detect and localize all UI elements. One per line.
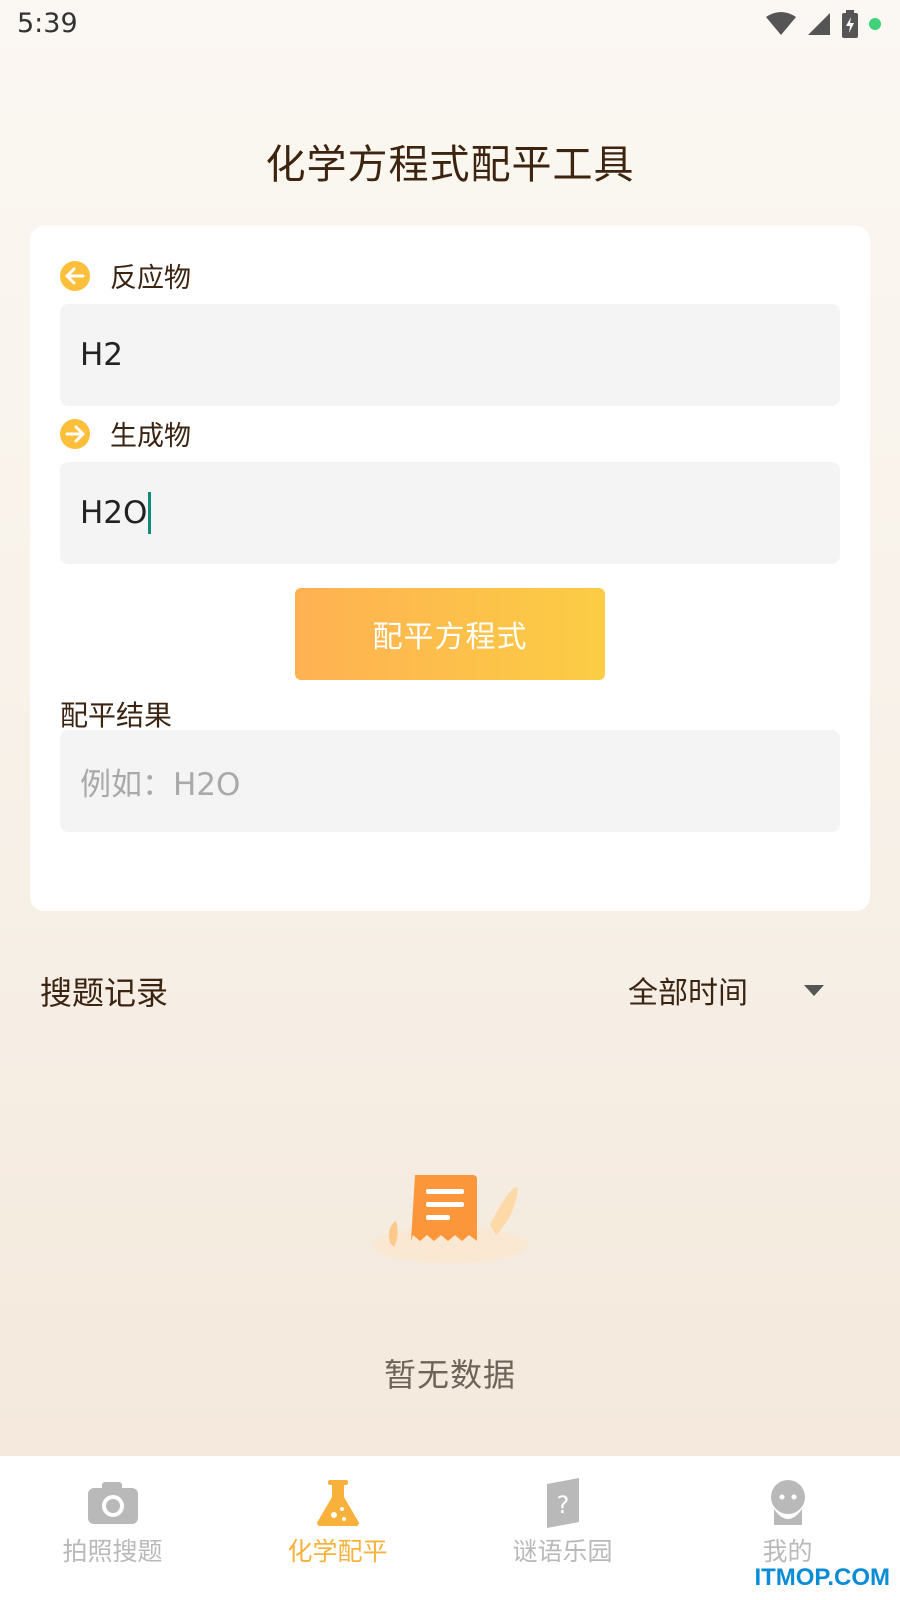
wifi-icon xyxy=(766,11,796,37)
status-bar: 5:39 xyxy=(0,0,900,50)
status-time: 5:39 xyxy=(17,8,78,39)
notification-dot-icon xyxy=(868,17,882,31)
product-label-text: 生成物 xyxy=(110,421,191,452)
balance-equation-button[interactable]: 配平方程式 xyxy=(295,588,605,680)
svg-text:?: ? xyxy=(556,1491,569,1519)
empty-state-text: 暂无数据 xyxy=(383,1356,516,1394)
nav-label-profile: 我的 xyxy=(762,1537,813,1566)
nav-item-chem-balance[interactable]: 化学配平 xyxy=(225,1456,450,1600)
page-title: 化学方程式配平工具 xyxy=(265,142,635,188)
arrow-right-icon xyxy=(60,418,90,449)
time-filter-value: 全部时间 xyxy=(628,976,748,1011)
nav-item-riddle-park[interactable]: ? 谜语乐园 xyxy=(450,1456,675,1600)
product-input-value: H2O xyxy=(80,495,148,531)
battery-charging-icon xyxy=(842,10,858,38)
records-title: 搜题记录 xyxy=(40,974,169,1012)
result-field[interactable]: 例如：H2O xyxy=(60,730,840,832)
nav-label-riddle-park: 谜语乐园 xyxy=(512,1537,613,1566)
watermark: ITMOP.COM xyxy=(754,1564,890,1591)
reactant-input-value: H2 xyxy=(80,337,124,373)
time-filter-dropdown[interactable]: 全部时间 xyxy=(628,968,824,1012)
nav-item-photo-search[interactable]: 拍照搜题 xyxy=(0,1456,225,1600)
dropdown-arrow-icon xyxy=(804,984,824,996)
text-cursor xyxy=(148,492,152,534)
reactant-label-text: 反应物 xyxy=(110,263,191,294)
nav-label-chem-balance: 化学配平 xyxy=(287,1537,388,1566)
arrow-left-icon xyxy=(60,260,90,291)
balance-card: 反应物 H2 生成物 H2O 配平方程式 配平结果 例如：H2O xyxy=(30,226,870,911)
flask-icon xyxy=(310,1478,366,1528)
cellular-signal-icon xyxy=(806,11,832,37)
result-label: 配平结果 xyxy=(60,699,173,732)
status-icons xyxy=(766,10,882,38)
camera-icon xyxy=(85,1478,141,1528)
result-placeholder: 例如：H2O xyxy=(80,766,241,803)
profile-icon xyxy=(760,1478,816,1528)
product-label: 生成物 xyxy=(60,414,191,453)
riddle-icon: ? xyxy=(535,1478,591,1528)
reactant-input[interactable]: H2 xyxy=(60,304,840,406)
reactant-label: 反应物 xyxy=(60,256,191,295)
nav-label-photo-search: 拍照搜题 xyxy=(62,1537,163,1566)
product-input[interactable]: H2O xyxy=(60,462,840,564)
empty-state-illustration xyxy=(360,1165,540,1275)
